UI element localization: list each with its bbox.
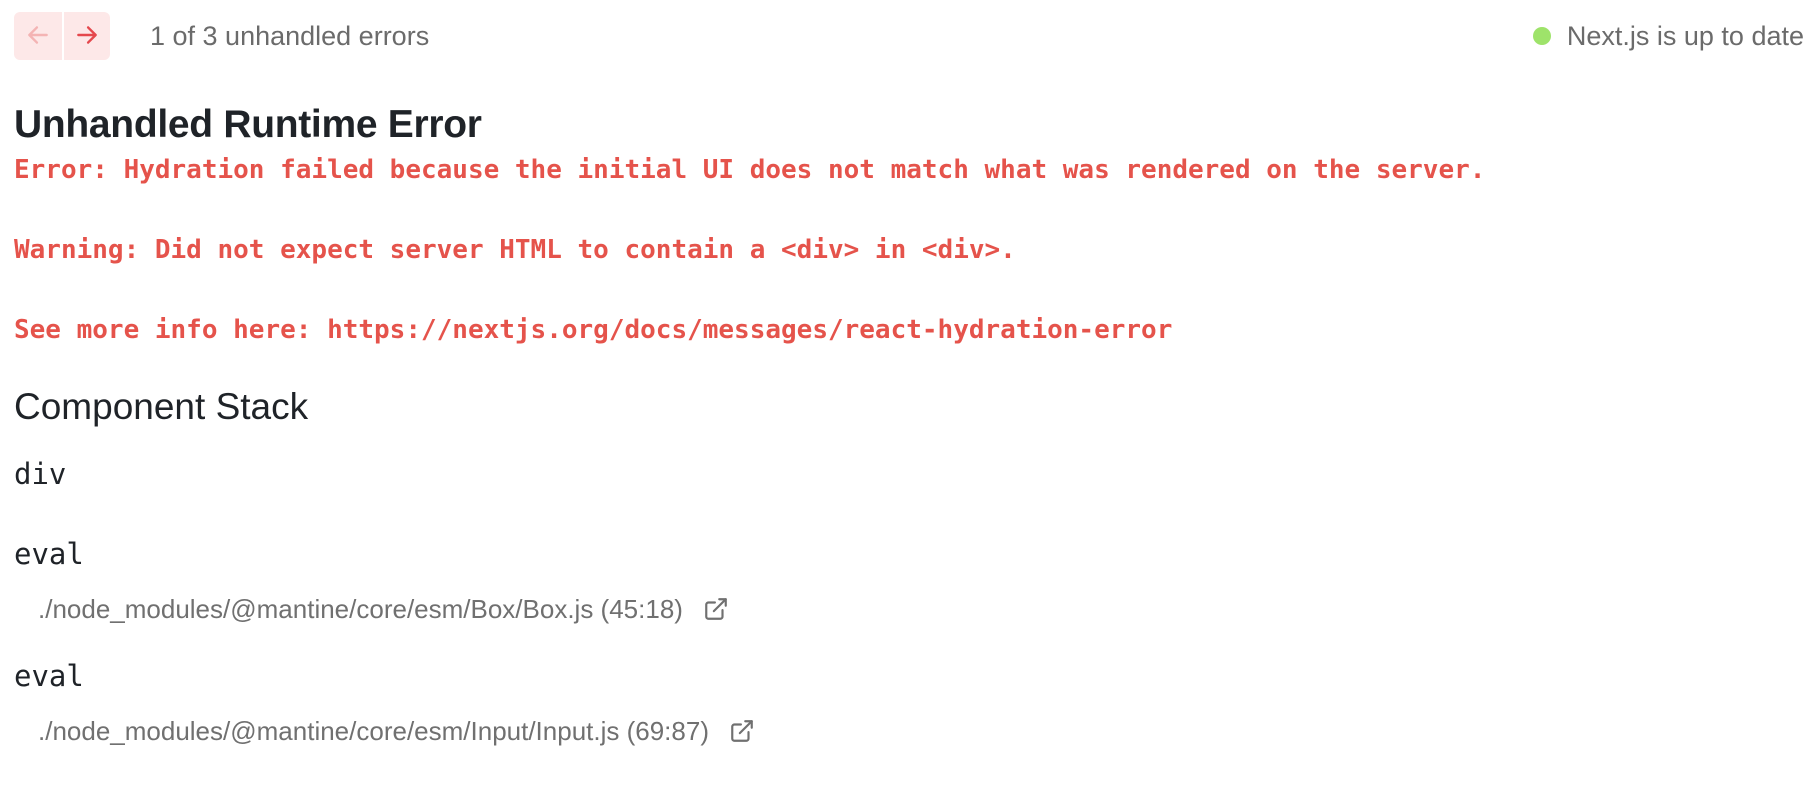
error-overlay-body: Unhandled Runtime Error Error: Hydration…: [14, 100, 1804, 748]
stack-frame-name: eval: [14, 659, 84, 693]
error-pagination: 1 of 3 unhandled errors: [14, 12, 429, 60]
component-stack-title: Component Stack: [14, 386, 309, 427]
error-message: Error: Hydration failed because the init…: [14, 150, 1804, 350]
error-overlay-header: 1 of 3 unhandled errors Next.js is up to…: [14, 12, 1804, 60]
error-count-text: 1 of 3 unhandled errors: [150, 20, 430, 51]
more-info-line: See more info here: https://nextjs.org/d…: [14, 315, 1173, 345]
status-indicator-dot: [1532, 27, 1551, 45]
stack-frame-location-link[interactable]: ./node_modules/@mantine/core/esm/Input/I…: [38, 714, 1804, 748]
version-status-text: Next.js is up to date: [1566, 20, 1804, 51]
error-message-line: Error: Hydration failed because the init…: [14, 155, 1486, 185]
stack-frame-name: div: [14, 457, 67, 491]
arrow-right-icon: [74, 22, 100, 51]
stack-frame-location-link[interactable]: ./node_modules/@mantine/core/esm/Box/Box…: [38, 592, 1804, 626]
stack-frame-name: eval: [14, 537, 84, 571]
previous-error-button[interactable]: [14, 12, 62, 60]
external-link-icon: [729, 718, 755, 744]
warning-message-line: Warning: Did not expect server HTML to c…: [14, 235, 1016, 265]
external-link-icon: [703, 596, 729, 622]
error-title: Unhandled Runtime Error: [14, 103, 482, 146]
error-nav-buttons: [14, 12, 110, 60]
arrow-left-icon: [25, 22, 51, 51]
stack-frame-location: ./node_modules/@mantine/core/esm/Input/I…: [38, 716, 709, 746]
component-stack-list: div eval ./node_modules/@mantine/core/es…: [14, 454, 1804, 748]
stack-frame-location: ./node_modules/@mantine/core/esm/Box/Box…: [38, 594, 683, 624]
next-error-button[interactable]: [62, 12, 110, 60]
version-status: Next.js is up to date: [1532, 20, 1804, 52]
